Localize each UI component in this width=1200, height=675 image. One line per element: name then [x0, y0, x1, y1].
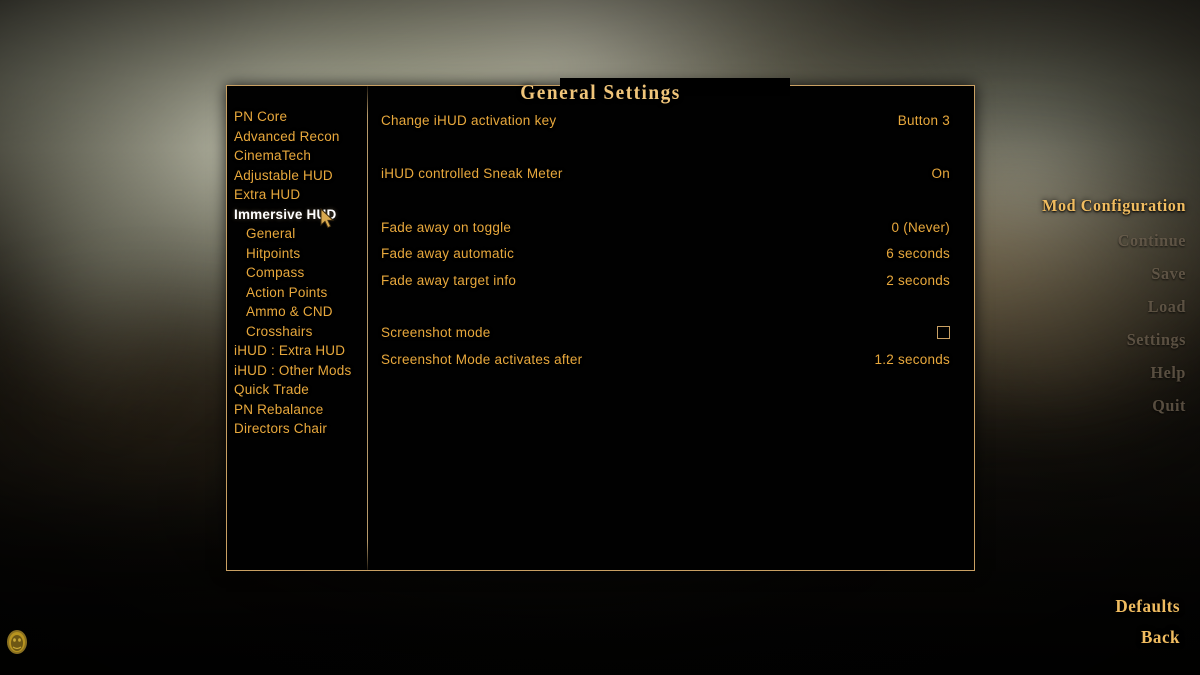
setting-row[interactable]: Screenshot mode: [368, 320, 974, 347]
sidebar-item[interactable]: Immersive HUD: [227, 205, 367, 225]
settings-list: Change iHUD activation key Button 3 iHUD c…: [368, 86, 974, 570]
sidebar-item[interactable]: iHUD : Other Mods: [227, 361, 367, 381]
sidebar-item[interactable]: Action Points: [227, 283, 367, 303]
setting-checkbox[interactable]: [937, 326, 950, 340]
setting-row[interactable]: Fade away automatic 6 seconds: [368, 241, 974, 268]
setting-row[interactable]: Fade away on toggle 0 (Never): [368, 214, 974, 241]
sidebar-item[interactable]: CinemaTech: [227, 146, 367, 166]
setting-label: Change iHUD activation key: [381, 112, 557, 128]
setting-label: Fade away on toggle: [381, 219, 512, 235]
setting-label: Fade away target info: [381, 272, 517, 288]
vault-boy-emblem-icon: [4, 627, 30, 657]
sidebar-item[interactable]: General: [227, 224, 367, 244]
setting-label: iHUD controlled Sneak Meter: [381, 166, 563, 182]
setting-row[interactable]: iHUD controlled Sneak Meter On: [368, 161, 974, 188]
setting-label: Screenshot mode: [381, 325, 491, 341]
sidebar-item[interactable]: Adjustable HUD: [227, 166, 367, 186]
sidebar-item[interactable]: Quick Trade: [227, 380, 367, 400]
main-menu-item[interactable]: Load: [990, 290, 1186, 323]
sidebar-item[interactable]: Crosshairs: [227, 322, 367, 342]
page-title: General Settings: [520, 80, 681, 104]
mouse-cursor: [320, 207, 336, 230]
setting-label: Screenshot Mode activates after: [381, 351, 583, 367]
main-menu-item[interactable]: Help: [990, 356, 1186, 389]
setting-value[interactable]: 0 (Never): [891, 220, 950, 235]
sidebar-item[interactable]: PN Core: [227, 107, 367, 127]
setting-label: Fade away automatic: [381, 246, 515, 262]
setting-row[interactable]: Change iHUD activation key Button 3: [368, 107, 974, 134]
mod-list-sidebar[interactable]: PN Core Advanced Recon CinemaTech Adjustabl…: [227, 86, 367, 570]
main-menu-item[interactable]: Quit: [990, 389, 1186, 422]
settings-panel: PN Core Advanced Recon CinemaTech Adjustabl…: [226, 85, 975, 571]
sidebar-item[interactable]: Ammo & CND: [227, 302, 367, 322]
setting-value[interactable]: Button 3: [898, 113, 950, 128]
sidebar-item[interactable]: Extra HUD: [227, 185, 367, 205]
panel-action-button[interactable]: Defaults: [1115, 591, 1180, 622]
main-menu-item[interactable]: Continue: [990, 224, 1186, 257]
sidebar-item[interactable]: Advanced Recon: [227, 127, 367, 147]
panel-actions[interactable]: Defaults Back: [1112, 591, 1180, 653]
main-menu-item[interactable]: Save: [990, 257, 1186, 290]
setting-value[interactable]: On: [931, 166, 950, 181]
main-menu-items: Continue Save Load Settings Help Quit: [980, 224, 1186, 422]
main-menu[interactable]: Mod Configuration Continue Save Load Settin…: [980, 196, 1200, 422]
main-menu-item[interactable]: Settings: [990, 323, 1186, 356]
setting-row[interactable]: Screenshot Mode activates after 1.2 secon…: [368, 346, 974, 373]
setting-value[interactable]: 6 seconds: [886, 246, 950, 261]
sidebar-item[interactable]: PN Rebalance: [227, 400, 367, 420]
setting-row[interactable]: Fade away target info 2 seconds: [368, 267, 974, 294]
setting-value[interactable]: 2 seconds: [886, 273, 950, 288]
sidebar-item[interactable]: iHUD : Extra HUD: [227, 341, 367, 361]
setting-value[interactable]: 1.2 seconds: [874, 352, 950, 367]
main-menu-title: Mod Configuration: [1042, 196, 1186, 215]
sidebar-item[interactable]: Compass: [227, 263, 367, 283]
sidebar-item[interactable]: Hitpoints: [227, 244, 367, 264]
sidebar-item[interactable]: Directors Chair: [227, 419, 367, 439]
panel-action-button[interactable]: Back: [1115, 622, 1180, 653]
